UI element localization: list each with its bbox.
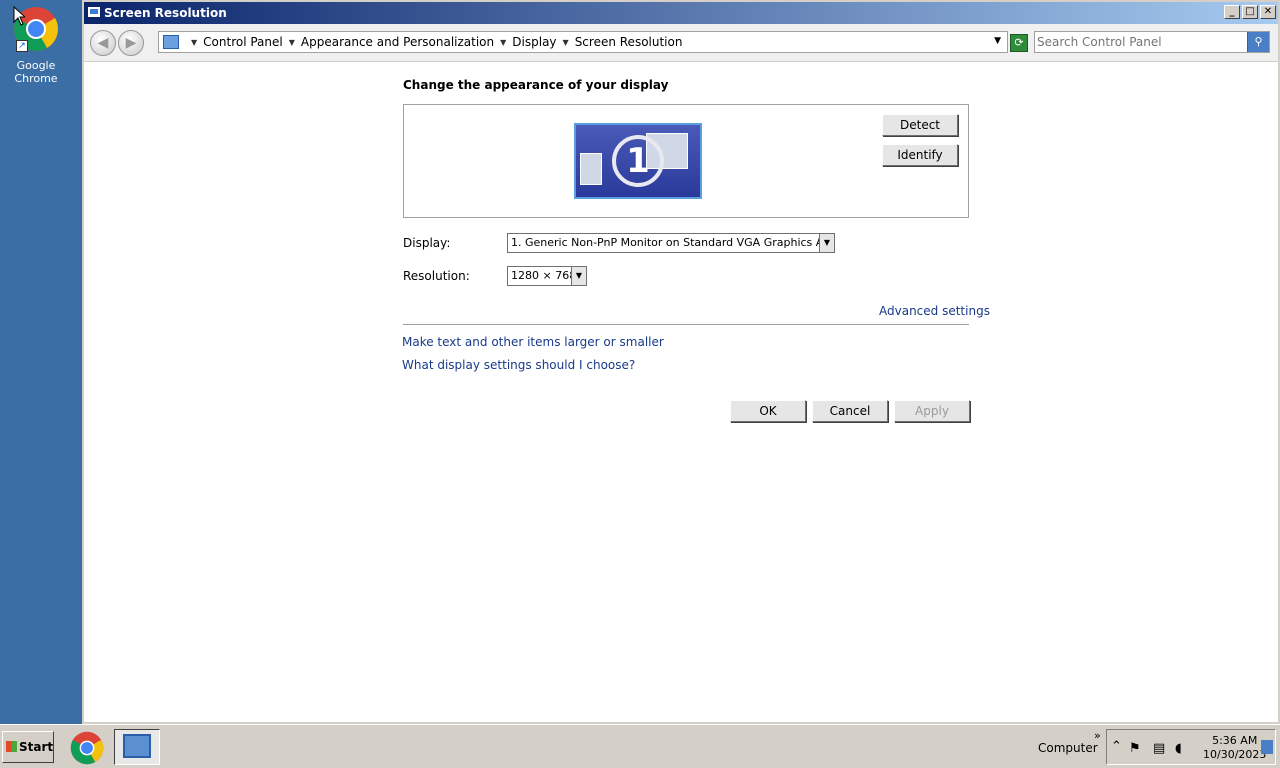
- desktop-shortcut-label: Google Chrome: [14, 59, 58, 85]
- apply-button[interactable]: Apply: [894, 400, 970, 422]
- taskbar-chrome-icon[interactable]: [70, 731, 104, 765]
- network-icon[interactable]: ▤: [1153, 742, 1165, 756]
- clock-time: 5:36 AM: [1212, 734, 1258, 747]
- identify-button[interactable]: Identify: [882, 144, 958, 166]
- maximize-button[interactable]: □: [1242, 5, 1258, 19]
- clock[interactable]: 5:36 AM 10/30/2023: [1203, 734, 1266, 762]
- close-button[interactable]: ✕: [1260, 5, 1276, 19]
- title-bar[interactable]: Screen Resolution _ □ ✕: [84, 2, 1278, 24]
- address-dropdown-icon[interactable]: ▼: [994, 36, 1001, 46]
- address-bar: ◀ ▶ ▼ Control Panel ▼ Appearance and Per…: [84, 24, 1278, 62]
- search-icon: ⚲: [1254, 35, 1263, 48]
- breadcrumb-arrow-icon[interactable]: ▼: [500, 38, 506, 47]
- breadcrumb[interactable]: ▼ Control Panel ▼ Appearance and Persona…: [158, 31, 1008, 53]
- screen-resolution-window: Screen Resolution _ □ ✕ ◀ ▶ ▼ Control Pa…: [82, 0, 1280, 724]
- chevron-down-icon[interactable]: ▼: [571, 267, 586, 285]
- breadcrumb-display[interactable]: Display: [512, 35, 556, 49]
- window-thumbnail-icon: [580, 153, 602, 185]
- display-preview-panel: 1 Detect Identify: [403, 104, 969, 218]
- advanced-settings-link[interactable]: Advanced settings: [879, 304, 990, 318]
- control-panel-icon: [163, 35, 179, 49]
- display-select-value: 1. Generic Non-PnP Monitor on Standard V…: [511, 236, 835, 249]
- monitor-number: 1: [612, 135, 664, 187]
- breadcrumb-screen-resolution[interactable]: Screen Resolution: [575, 35, 683, 49]
- clock-date: 10/30/2023: [1203, 748, 1267, 761]
- shortcut-arrow-icon: ↗: [16, 40, 28, 52]
- taskbar: Start Computer » ⌃ ⚑ ▤ ◖ 5:36 AM 10/30/2…: [0, 724, 1280, 768]
- search-box: ⚲: [1034, 31, 1270, 53]
- system-tray: ⌃ ⚑ ▤ ◖ 5:36 AM 10/30/2023: [1106, 729, 1276, 765]
- page-title: Change the appearance of your display: [403, 78, 669, 92]
- cancel-button[interactable]: Cancel: [812, 400, 888, 422]
- chevron-down-icon[interactable]: ▼: [819, 234, 834, 252]
- resolution-select-value: 1280 × 768: [511, 269, 577, 282]
- forward-arrow-icon: ▶: [125, 35, 137, 51]
- refresh-icon: ⟳: [1014, 36, 1024, 49]
- content-area: Change the appearance of your display 1 …: [84, 62, 1278, 722]
- windows-logo-icon: [6, 741, 17, 752]
- breadcrumb-arrow-icon[interactable]: ▼: [563, 38, 569, 47]
- forward-button[interactable]: ▶: [118, 30, 144, 56]
- ok-button[interactable]: OK: [730, 400, 806, 422]
- control-panel-icon: [123, 734, 151, 758]
- refresh-button[interactable]: ⟳: [1010, 34, 1028, 52]
- back-button[interactable]: ◀: [90, 30, 116, 56]
- display-label: Display:: [403, 236, 451, 250]
- monitor-1-thumbnail[interactable]: 1: [574, 123, 702, 199]
- resolution-label: Resolution:: [403, 269, 470, 283]
- window-title: Screen Resolution: [104, 6, 227, 20]
- mouse-pointer-icon: [13, 6, 25, 26]
- volume-muted-icon[interactable]: ◖: [1175, 742, 1182, 756]
- search-input[interactable]: [1037, 34, 1245, 50]
- breadcrumb-control-panel[interactable]: Control Panel: [203, 35, 283, 49]
- text-size-link[interactable]: Make text and other items larger or smal…: [402, 335, 664, 349]
- display-settings-help-link[interactable]: What display settings should I choose?: [402, 358, 635, 372]
- taskbar-screen-resolution-button[interactable]: [114, 729, 160, 765]
- start-button[interactable]: Start: [2, 731, 54, 763]
- show-desktop-button[interactable]: [1261, 740, 1273, 754]
- breadcrumb-appearance[interactable]: Appearance and Personalization: [301, 35, 494, 49]
- minimize-button[interactable]: _: [1224, 5, 1240, 19]
- detect-button[interactable]: Detect: [882, 114, 958, 136]
- start-label: Start: [19, 740, 54, 754]
- action-center-flag-icon[interactable]: ⚑: [1129, 742, 1141, 756]
- divider: [403, 324, 969, 325]
- toolbar-chevron-icon[interactable]: »: [1094, 729, 1101, 742]
- display-select[interactable]: 1. Generic Non-PnP Monitor on Standard V…: [507, 233, 835, 253]
- search-button[interactable]: ⚲: [1247, 32, 1269, 52]
- show-hidden-icons-icon[interactable]: ⌃: [1111, 740, 1122, 754]
- monitor-icon: [87, 6, 101, 18]
- breadcrumb-arrow-icon[interactable]: ▼: [289, 38, 295, 47]
- breadcrumb-arrow-icon[interactable]: ▼: [191, 38, 197, 47]
- resolution-select[interactable]: 1280 × 768 ▼: [507, 266, 587, 286]
- desktop: ↗ Google Chrome: [0, 0, 82, 724]
- computer-toolbar-label[interactable]: Computer: [1038, 741, 1098, 755]
- back-arrow-icon: ◀: [97, 35, 109, 51]
